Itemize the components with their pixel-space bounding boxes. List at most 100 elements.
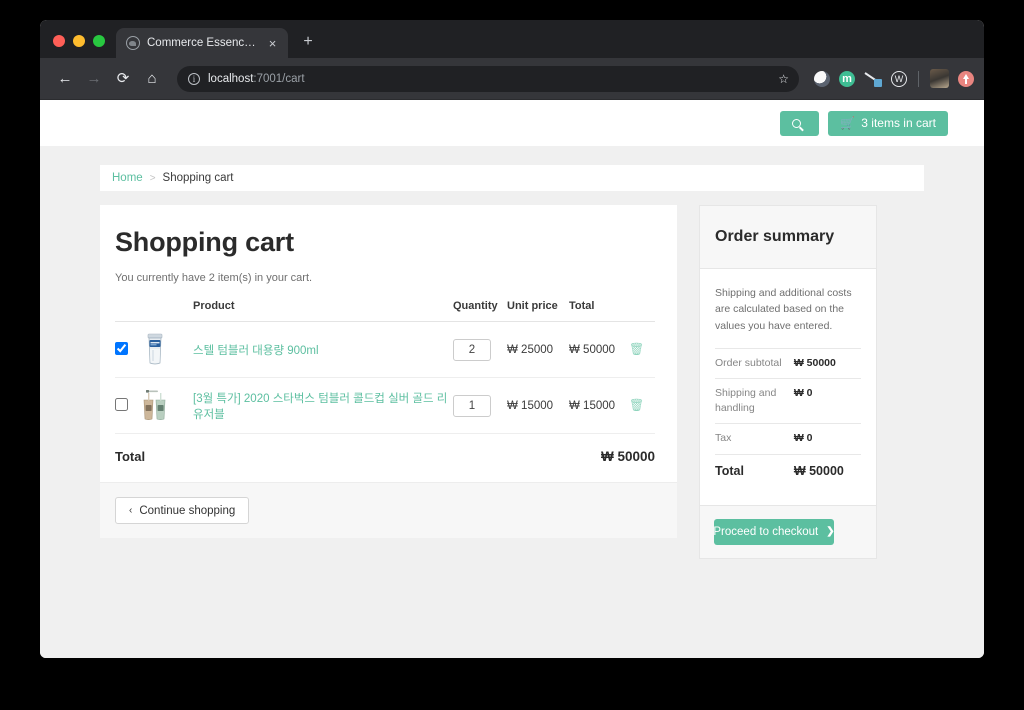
cart-table: Product Quantity Unit price Total 스텔 텀블러… — [115, 300, 655, 482]
order-summary-note: Shipping and additional costs are calcul… — [715, 287, 852, 332]
browser-tab-title: Commerce Essence - Mall — [147, 37, 258, 49]
proceed-to-checkout-button[interactable]: Proceed to checkout ❯ — [713, 518, 835, 545]
page-viewport: 🛒 3 items in cart Home > Shopping cart S… — [40, 100, 984, 658]
content-row: Shopping cart You currently have 2 item(… — [100, 205, 924, 559]
globe-favicon-icon — [126, 36, 140, 50]
product-link[interactable]: 스텔 텀블러 대용량 900ml — [193, 345, 319, 357]
reload-icon[interactable]: ⟳ — [110, 66, 136, 92]
address-bar-url: localhost:7001/cart — [208, 73, 305, 85]
quantity-input[interactable] — [453, 338, 491, 361]
quantity-input[interactable] — [453, 394, 491, 417]
trash-icon[interactable]: 🗑 — [629, 399, 644, 411]
cart-table-header-row: Product Quantity Unit price Total — [115, 300, 655, 322]
shopping-cart-inner: Shopping cart You currently have 2 item(… — [100, 205, 677, 482]
table-row: Shipping and handling ₩ 0 — [715, 378, 861, 424]
order-summary-title: Order summary — [715, 228, 835, 245]
trash-icon[interactable]: 🗑 — [629, 343, 644, 355]
window-traffic-lights — [40, 35, 116, 58]
wallet-extension-icon[interactable] — [891, 70, 907, 87]
cart-table-body: 스텔 텀블러 대용량 900ml ₩ 25000 ₩ 50000 🗑 — [115, 321, 655, 483]
new-tab-button[interactable]: + — [295, 29, 321, 55]
table-row: Order subtotal ₩ 50000 — [715, 347, 861, 379]
col-thumbnail — [141, 300, 193, 322]
cell-remove: 🗑 — [629, 377, 655, 434]
order-summary-footer: Proceed to checkout ❯ — [700, 504, 876, 558]
minimize-window-button[interactable] — [73, 35, 85, 47]
continue-shopping-button[interactable]: ‹ Continue shopping — [115, 497, 250, 524]
close-tab-icon[interactable]: × — [265, 36, 280, 51]
order-summary-header: Order summary — [700, 206, 876, 269]
forward-icon[interactable]: → — [81, 66, 107, 92]
search-icon — [792, 118, 802, 128]
cell-select — [115, 377, 141, 434]
bookmark-star-icon[interactable]: ☆ — [778, 72, 789, 86]
order-summary-body: Shipping and additional costs are calcul… — [700, 269, 876, 505]
browser-tab-strip: Commerce Essence - Mall × + — [40, 20, 984, 58]
chevron-left-icon: ‹ — [129, 505, 133, 516]
cell-line-total: ₩ 15000 — [569, 377, 629, 434]
order-subtotal-label: Order subtotal — [715, 347, 794, 379]
page-body: Home > Shopping cart Shopping cart You c… — [40, 165, 984, 559]
col-product: Product — [193, 300, 453, 322]
breadcrumb-separator: > — [149, 172, 156, 184]
row-select-checkbox[interactable] — [115, 397, 128, 411]
continue-shopping-label: Continue shopping — [139, 504, 236, 517]
cell-line-total: ₩ 50000 — [569, 321, 629, 378]
url-host: localhost — [208, 72, 254, 85]
site-info-icon[interactable]: i — [188, 72, 200, 85]
mint-extension-icon[interactable] — [839, 70, 855, 87]
shopping-cart-card: Shopping cart You currently have 2 item(… — [100, 205, 677, 538]
cell-product-name: [3월 특가] 2020 스타벅스 텀블러 콜드컵 실버 골드 리유저블 — [193, 377, 453, 434]
order-summary-card: Order summary Shipping and additional co… — [699, 205, 877, 559]
cart-table-head: Product Quantity Unit price Total — [115, 300, 655, 322]
cell-thumbnail — [141, 321, 193, 378]
cart-button[interactable]: 🛒 3 items in cart — [828, 110, 948, 136]
table-row: Tax ₩ 0 — [715, 423, 861, 455]
site-header: 🛒 3 items in cart — [40, 100, 984, 146]
cart-subtitle: You currently have 2 item(s) in your car… — [115, 272, 313, 284]
breadcrumb-home-link[interactable]: Home — [112, 172, 143, 184]
search-button[interactable] — [780, 110, 820, 136]
cell-unit-price: ₩ 15000 — [507, 377, 569, 434]
checkout-label: Proceed to checkout — [713, 525, 819, 538]
row-select-checkbox[interactable] — [115, 341, 128, 355]
cart-button-label: 3 items in cart — [861, 116, 936, 130]
page-title: Shopping cart — [115, 227, 294, 257]
cell-remove: 🗑 — [629, 321, 655, 378]
extension-icons — [810, 69, 974, 88]
pencil-extension-icon[interactable] — [864, 71, 882, 87]
cell-select — [115, 321, 141, 378]
cart-total-label: Total — [115, 449, 146, 464]
cell-quantity — [453, 321, 507, 378]
update-browser-icon[interactable] — [958, 70, 974, 87]
order-total-row: Total ₩ 50000 — [715, 453, 861, 487]
home-icon[interactable]: ⌂ — [139, 66, 165, 92]
maximize-window-button[interactable] — [93, 35, 105, 47]
order-total-value: ₩ 50000 — [793, 453, 861, 487]
order-summary-table-body: Order subtotal ₩ 50000 Shipping and hand… — [715, 347, 861, 487]
profile-avatar[interactable] — [930, 69, 949, 88]
col-select — [115, 300, 141, 322]
cart-total-row: Total ₩ 50000 — [115, 434, 655, 483]
product-thumbnail-coldcups — [141, 389, 169, 422]
cart-icon: 🛒 — [840, 116, 856, 130]
close-window-button[interactable] — [53, 35, 65, 47]
cell-thumbnail — [141, 377, 193, 434]
address-bar[interactable]: i localhost:7001/cart ☆ — [177, 65, 799, 92]
cell-unit-price: ₩ 25000 — [507, 321, 569, 378]
brave-shields-icon[interactable] — [814, 70, 830, 87]
browser-tab[interactable]: Commerce Essence - Mall × — [116, 28, 288, 58]
breadcrumb-current: Shopping cart — [162, 172, 234, 184]
back-icon[interactable]: ← — [52, 66, 78, 92]
tax-value: ₩ 0 — [793, 423, 861, 455]
product-link[interactable]: [3월 특가] 2020 스타벅스 텀블러 콜드컵 실버 골드 리유저블 — [193, 393, 447, 421]
order-summary-table: Order subtotal ₩ 50000 Shipping and hand… — [715, 347, 861, 487]
cart-total-amount: ₩ 50000 — [600, 449, 655, 464]
order-subtotal-value: ₩ 50000 — [793, 347, 861, 379]
shipping-handling-value: ₩ 0 — [793, 378, 861, 424]
browser-window: Commerce Essence - Mall × + ← → ⟳ ⌂ i lo… — [40, 20, 984, 658]
cell-product-name: 스텔 텀블러 대용량 900ml — [193, 321, 453, 378]
shipping-handling-label: Shipping and handling — [715, 378, 794, 424]
col-remove — [629, 300, 655, 322]
product-thumbnail-tumbler — [141, 333, 169, 366]
